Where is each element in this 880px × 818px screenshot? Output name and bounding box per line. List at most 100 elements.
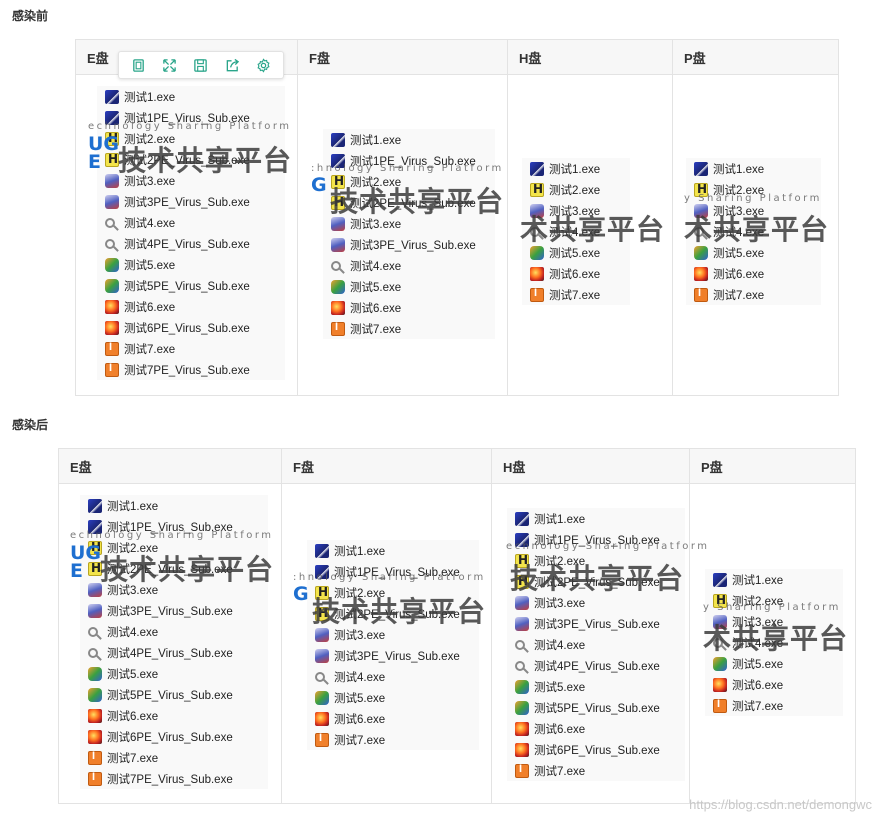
file-item[interactable]: 测试5.exe (522, 242, 630, 263)
file-item[interactable]: 测试2PE_Virus_Sub.exe (323, 192, 495, 213)
file-item[interactable]: 测试2PE_Virus_Sub.exe (80, 558, 268, 579)
file-item[interactable]: 测试6.exe (507, 718, 685, 739)
exe-icon (515, 721, 529, 736)
file-item[interactable]: 测试6PE_Virus_Sub.exe (507, 739, 685, 760)
file-item[interactable]: 测试3.exe (705, 611, 843, 632)
file-item[interactable]: 测试3PE_Virus_Sub.exe (507, 613, 685, 634)
file-name: 测试7.exe (107, 752, 159, 765)
file-item[interactable]: 测试1.exe (686, 158, 821, 179)
file-item[interactable]: 测试2.exe (80, 537, 268, 558)
save-icon[interactable] (193, 57, 209, 73)
file-item[interactable]: 测试4.exe (97, 212, 285, 233)
settings-icon[interactable] (255, 57, 271, 73)
file-item[interactable]: 测试1.exe (97, 86, 285, 107)
copy-icon[interactable] (131, 57, 147, 73)
file-item[interactable]: 测试7.exe (323, 318, 495, 339)
file-item[interactable]: 测试3PE_Virus_Sub.exe (323, 234, 495, 255)
exe-icon (105, 341, 119, 356)
file-item[interactable]: 测试1PE_Virus_Sub.exe (323, 150, 495, 171)
file-item[interactable]: 测试6.exe (686, 263, 821, 284)
file-item[interactable]: 测试5PE_Virus_Sub.exe (97, 275, 285, 296)
file-item[interactable]: 测试6.exe (705, 674, 843, 695)
file-item[interactable]: 测试6.exe (97, 296, 285, 317)
file-item[interactable]: 测试1PE_Virus_Sub.exe (507, 529, 685, 550)
file-item[interactable]: 测试2.exe (705, 590, 843, 611)
file-item[interactable]: 测试7.exe (307, 729, 479, 750)
file-item[interactable]: 测试5.exe (80, 663, 268, 684)
file-item[interactable]: 测试4PE_Virus_Sub.exe (507, 655, 685, 676)
file-item[interactable]: 测试4PE_Virus_Sub.exe (80, 642, 268, 663)
file-item[interactable]: 测试5.exe (686, 242, 821, 263)
file-item[interactable]: 测试1PE_Virus_Sub.exe (97, 107, 285, 128)
file-item[interactable]: 测试4.exe (686, 221, 821, 242)
exe-icon (105, 152, 119, 167)
file-name: 测试1.exe (534, 513, 586, 526)
file-name: 测试7.exe (549, 289, 601, 302)
file-item[interactable]: 测试6PE_Virus_Sub.exe (80, 726, 268, 747)
file-item[interactable]: 测试7.exe (80, 747, 268, 768)
file-item[interactable]: 测试2.exe (507, 550, 685, 571)
file-item[interactable]: 测试2PE_Virus_Sub.exe (507, 571, 685, 592)
file-item[interactable]: 测试6.exe (80, 705, 268, 726)
file-item[interactable]: 测试6.exe (323, 297, 495, 318)
file-item[interactable]: 测试7PE_Virus_Sub.exe (80, 768, 268, 789)
exe-icon (713, 593, 727, 608)
file-item[interactable]: 测试7.exe (507, 760, 685, 781)
file-item[interactable]: 测试3.exe (522, 200, 630, 221)
file-item[interactable]: 测试1.exe (705, 569, 843, 590)
file-item[interactable]: 测试3.exe (307, 624, 479, 645)
file-item[interactable]: 测试5.exe (307, 687, 479, 708)
file-item[interactable]: 测试7.exe (97, 338, 285, 359)
file-name: 测试5.exe (350, 281, 402, 294)
file-item[interactable]: 测试2PE_Virus_Sub.exe (307, 603, 479, 624)
file-item[interactable]: 测试2.exe (307, 582, 479, 603)
file-item[interactable]: 测试2PE_Virus_Sub.exe (97, 149, 285, 170)
file-item[interactable]: 测试2.exe (686, 179, 821, 200)
file-item[interactable]: 测试3.exe (686, 200, 821, 221)
exe-icon (530, 182, 544, 197)
exe-icon (315, 627, 329, 642)
file-item[interactable]: 测试3PE_Virus_Sub.exe (97, 191, 285, 212)
file-item[interactable]: 测试3.exe (97, 170, 285, 191)
exe-icon (88, 647, 98, 658)
expand-icon[interactable] (162, 57, 178, 73)
file-item[interactable]: 测试3PE_Virus_Sub.exe (307, 645, 479, 666)
exe-icon (694, 226, 704, 237)
file-item[interactable]: 测试3PE_Virus_Sub.exe (80, 600, 268, 621)
file-item[interactable]: 测试6PE_Virus_Sub.exe (97, 317, 285, 338)
file-item[interactable]: 测试4.exe (80, 621, 268, 642)
file-item[interactable]: 测试7.exe (705, 695, 843, 716)
file-item[interactable]: 测试4PE_Virus_Sub.exe (97, 233, 285, 254)
file-item[interactable]: 测试1.exe (80, 495, 268, 516)
file-item[interactable]: 测试2.exe (323, 171, 495, 192)
file-item[interactable]: 测试1PE_Virus_Sub.exe (307, 561, 479, 582)
file-item[interactable]: 测试2.exe (97, 128, 285, 149)
file-item[interactable]: 测试6.exe (307, 708, 479, 729)
file-item[interactable]: 测试7PE_Virus_Sub.exe (97, 359, 285, 380)
file-item[interactable]: 测试7.exe (686, 284, 821, 305)
file-item[interactable]: 测试1.exe (307, 540, 479, 561)
file-item[interactable]: 测试4.exe (507, 634, 685, 655)
file-item[interactable]: 测试4.exe (522, 221, 630, 242)
file-item[interactable]: 测试5PE_Virus_Sub.exe (80, 684, 268, 705)
file-item[interactable]: 测试5PE_Virus_Sub.exe (507, 697, 685, 718)
file-item[interactable]: 测试1PE_Virus_Sub.exe (80, 516, 268, 537)
file-item[interactable]: 测试2.exe (522, 179, 630, 200)
file-item[interactable]: 测试4.exe (323, 255, 495, 276)
file-item[interactable]: 测试4.exe (307, 666, 479, 687)
file-item[interactable]: 测试6.exe (522, 263, 630, 284)
file-item[interactable]: 测试4.exe (705, 632, 843, 653)
file-item[interactable]: 测试1.exe (323, 129, 495, 150)
file-item[interactable]: 测试5.exe (97, 254, 285, 275)
file-item[interactable]: 测试1.exe (507, 508, 685, 529)
file-item[interactable]: 测试3.exe (80, 579, 268, 600)
file-name: 测试2PE_Virus_Sub.exe (334, 608, 460, 621)
file-item[interactable]: 测试5.exe (507, 676, 685, 697)
file-item[interactable]: 测试7.exe (522, 284, 630, 305)
file-item[interactable]: 测试3.exe (507, 592, 685, 613)
file-item[interactable]: 测试5.exe (705, 653, 843, 674)
share-icon[interactable] (224, 57, 240, 73)
file-item[interactable]: 测试3.exe (323, 213, 495, 234)
file-item[interactable]: 测试5.exe (323, 276, 495, 297)
file-item[interactable]: 测试1.exe (522, 158, 630, 179)
